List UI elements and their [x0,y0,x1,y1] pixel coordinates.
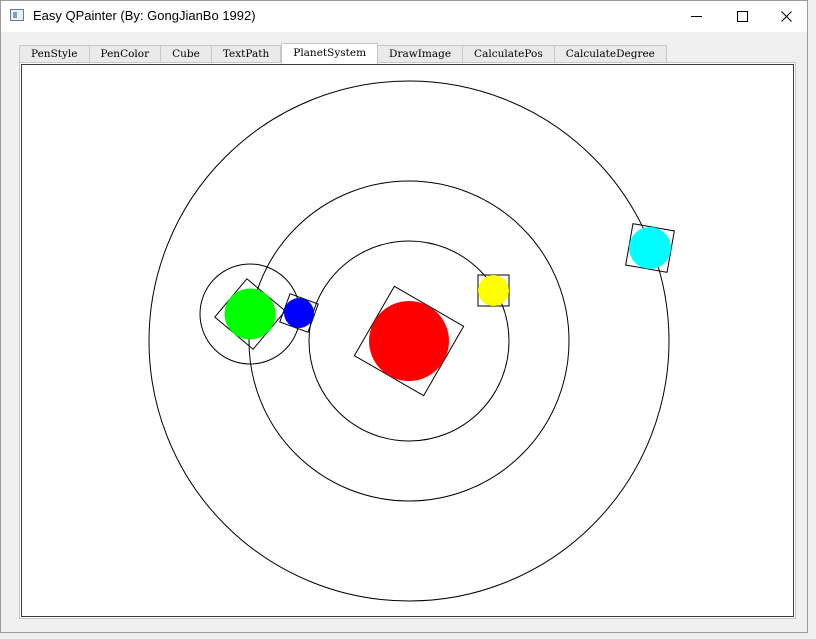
green-planet [224,288,276,340]
tab-penstyle[interactable]: PenStyle [19,45,90,63]
app-window-icon [10,9,24,21]
tab-calculatepos[interactable]: CalculatePos [463,45,555,63]
tab-cube[interactable]: Cube [161,45,212,63]
yellow-planet [478,275,509,306]
blue-moon [284,298,314,328]
window-title: Easy QPainter (By: GongJianBo 1992) [33,8,256,23]
sun [369,301,449,381]
tab-pencolor[interactable]: PenColor [89,45,162,63]
tab-calculatedegree[interactable]: CalculateDegree [554,45,667,63]
tab-drawimage[interactable]: DrawImage [378,45,464,63]
tab-textpath[interactable]: TextPath [211,45,282,63]
tab-panel [19,62,796,619]
close-button[interactable] [763,1,809,32]
close-icon [781,11,792,22]
title-bar[interactable]: Easy QPainter (By: GongJianBo 1992) [1,1,807,32]
minimize-button[interactable] [673,1,719,32]
planet-system-canvas [21,64,794,617]
tab-bar: PenStyle PenColor Cube TextPath PlanetSy… [19,42,667,64]
tab-planetsystem[interactable]: PlanetSystem [281,43,379,64]
main-window: Easy QPainter (By: GongJianBo 1992) PenS… [0,0,808,633]
planet-system-drawing [148,80,675,602]
maximize-icon [737,11,748,22]
maximize-button[interactable] [719,1,765,32]
minimize-icon [691,16,702,17]
cyan-planet [629,227,671,269]
